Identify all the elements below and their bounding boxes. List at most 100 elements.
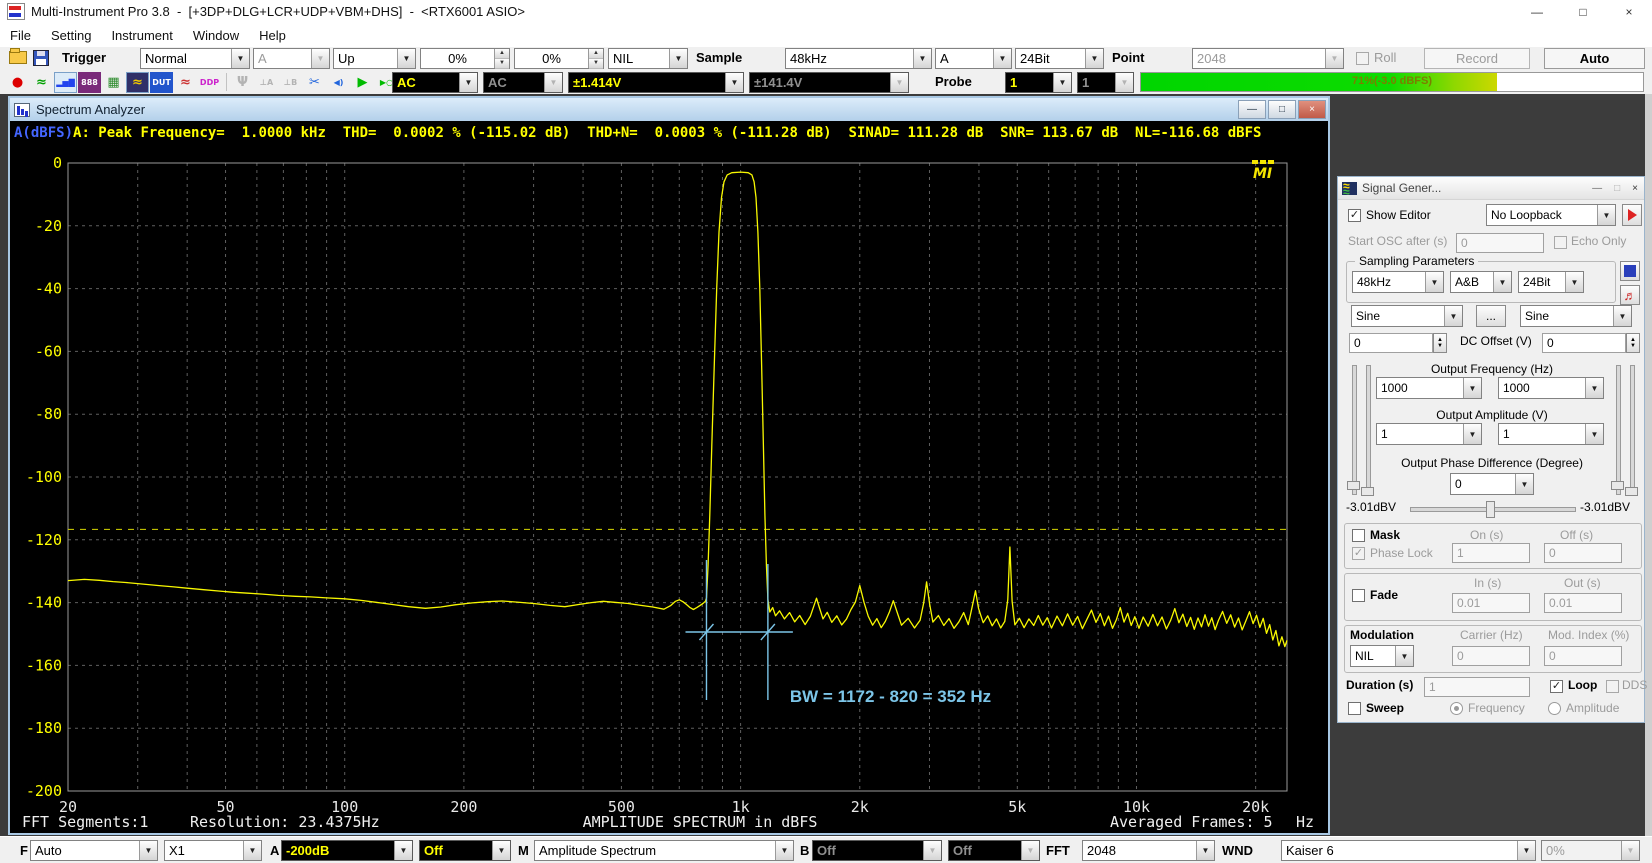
- chevron-down-icon[interactable]: ▼: [1515, 474, 1533, 494]
- menu-item-instrument[interactable]: Instrument: [101, 25, 182, 46]
- menu-item-help[interactable]: Help: [249, 25, 296, 46]
- loop-checkbox[interactable]: [1550, 680, 1563, 693]
- waveform-b-combo[interactable]: Sine▼: [1520, 305, 1632, 327]
- ddp-viewer-icon[interactable]: DDP: [198, 72, 221, 93]
- child-restore-button[interactable]: □: [1268, 100, 1296, 119]
- mode-combo[interactable]: Amplitude Spectrum▼: [534, 840, 794, 861]
- trigger-delay-spinner[interactable]: 0% ▲▼: [514, 48, 604, 69]
- chevron-down-icon[interactable]: ▼: [993, 49, 1011, 68]
- sg-maximize-button[interactable]: □: [1614, 183, 1620, 194]
- sg-bits-combo[interactable]: 24Bit▼: [1518, 271, 1584, 293]
- spectrum-plot[interactable]: 0-20-40-60-80-100-120-140-160-180-200205…: [10, 146, 1328, 833]
- sg-channels-combo[interactable]: A&B▼: [1450, 271, 1512, 293]
- chevron-down-icon[interactable]: ▼: [1517, 841, 1535, 860]
- chevron-down-icon[interactable]: ▼: [1196, 841, 1214, 860]
- freq-axis-combo[interactable]: Auto▼: [30, 840, 158, 861]
- window-function-combo[interactable]: Kaiser 6▼: [1281, 840, 1536, 861]
- sg-close-button[interactable]: ×: [1632, 183, 1638, 194]
- chevron-down-icon[interactable]: ▼: [1565, 272, 1583, 292]
- zoom-combo[interactable]: X1▼: [164, 840, 262, 861]
- a-range-combo[interactable]: -200dB▼: [281, 840, 413, 861]
- chevron-down-icon[interactable]: ▼: [775, 841, 793, 860]
- sample-rate-combo[interactable]: 48kHz▼: [785, 48, 932, 69]
- a-ref-combo[interactable]: Off▼: [419, 840, 511, 861]
- open-icon[interactable]: [9, 51, 27, 64]
- coupling-a-combo[interactable]: AC▼: [392, 72, 478, 93]
- chevron-down-icon[interactable]: ▼: [1053, 73, 1071, 92]
- chevron-down-icon[interactable]: ▼: [1463, 378, 1481, 398]
- run-icon[interactable]: ▶: [351, 72, 374, 93]
- spin-down-icon[interactable]: ▼: [589, 59, 603, 69]
- dc-offset-b-field[interactable]: 0: [1542, 333, 1626, 353]
- chevron-down-icon[interactable]: ▼: [243, 841, 261, 860]
- sg-rate-combo[interactable]: 48kHz▼: [1352, 271, 1444, 293]
- sweep-checkbox[interactable]: [1348, 702, 1361, 715]
- derived-data-curve-icon[interactable]: ≈: [174, 72, 197, 93]
- dc-offset-a-field[interactable]: 0: [1349, 333, 1433, 353]
- chevron-down-icon[interactable]: ▼: [231, 49, 249, 68]
- spectrum-3d-plot-icon[interactable]: ▦: [102, 72, 125, 93]
- chevron-down-icon[interactable]: ▼: [1085, 49, 1103, 68]
- slider-handle[interactable]: [1347, 481, 1360, 490]
- oscilloscope-icon[interactable]: ≈: [30, 72, 53, 93]
- chevron-down-icon[interactable]: ▼: [1585, 424, 1603, 444]
- chevron-down-icon[interactable]: ▼: [394, 841, 412, 860]
- trigger-level-spinner[interactable]: 0% ▲▼: [420, 48, 510, 69]
- menu-item-setting[interactable]: Setting: [41, 25, 101, 46]
- hpf-combo[interactable]: NIL▼: [608, 48, 688, 69]
- chevron-down-icon[interactable]: ▼: [492, 841, 510, 860]
- more-waveform-button[interactable]: ...: [1476, 305, 1506, 327]
- chevron-down-icon[interactable]: ▼: [459, 73, 477, 92]
- frequency-a-combo[interactable]: 1000▼: [1376, 377, 1482, 399]
- slider-handle[interactable]: [1361, 487, 1374, 496]
- chevron-down-icon[interactable]: ▼: [669, 49, 687, 68]
- minimize-button[interactable]: —: [1514, 0, 1560, 23]
- slider-handle[interactable]: [1486, 501, 1495, 518]
- amplitude-b-combo[interactable]: 1▼: [1498, 423, 1604, 445]
- record-icon[interactable]: ●: [6, 72, 29, 93]
- modulation-type-combo[interactable]: NIL▼: [1350, 645, 1414, 667]
- chevron-down-icon[interactable]: ▼: [1613, 306, 1631, 326]
- auto-button[interactable]: Auto: [1544, 48, 1645, 69]
- chevron-down-icon[interactable]: ▼: [1395, 646, 1413, 666]
- probe-calibration-icon[interactable]: ✂: [303, 72, 326, 93]
- chevron-down-icon[interactable]: ▼: [1585, 378, 1603, 398]
- spin-down-icon[interactable]: ▼: [495, 59, 509, 69]
- freq-a-slider[interactable]: [1352, 365, 1357, 495]
- spin-up-icon[interactable]: ▲: [495, 49, 509, 59]
- child-close-button[interactable]: ×: [1298, 100, 1326, 119]
- signal-generator-titlebar[interactable]: Signal Gener... — □ ×: [1338, 177, 1644, 200]
- spin-up-icon[interactable]: ▲: [589, 49, 603, 59]
- fft-size-combo[interactable]: 2048▼: [1082, 840, 1215, 861]
- amp-a-slider[interactable]: [1366, 365, 1371, 495]
- sg-notes-button[interactable]: ♬: [1620, 285, 1640, 305]
- slider-handle[interactable]: [1625, 487, 1638, 496]
- chevron-down-icon[interactable]: ▼: [913, 49, 931, 68]
- sample-channel-combo[interactable]: A▼: [935, 48, 1012, 69]
- amp-b-slider[interactable]: [1630, 365, 1635, 495]
- device-test-plan-icon[interactable]: DUT: [150, 72, 173, 93]
- dc-offset-a-spinner[interactable]: ▲▼: [1433, 333, 1447, 353]
- bit-depth-combo[interactable]: 24Bit▼: [1015, 48, 1104, 69]
- freq-b-slider[interactable]: [1616, 365, 1621, 495]
- close-button[interactable]: ×: [1606, 0, 1652, 23]
- chevron-down-icon[interactable]: ▼: [397, 49, 415, 68]
- fade-checkbox[interactable]: [1352, 589, 1365, 602]
- menu-item-window[interactable]: Window: [183, 25, 249, 46]
- trigger-edge-combo[interactable]: Up▼: [333, 48, 416, 69]
- maximize-button[interactable]: □: [1560, 0, 1606, 23]
- sg-save-button[interactable]: [1620, 261, 1640, 281]
- sg-minimize-button[interactable]: —: [1592, 183, 1602, 194]
- frequency-b-combo[interactable]: 1000▼: [1498, 377, 1604, 399]
- chevron-down-icon[interactable]: ▼: [1463, 424, 1481, 444]
- signal-generator-icon[interactable]: ≈: [126, 72, 149, 93]
- trigger-mode-combo[interactable]: Normal▼: [140, 48, 250, 69]
- sound-device-icon[interactable]: ◀): [327, 72, 350, 93]
- spectrum-window-titlebar[interactable]: Spectrum Analyzer — □ ×: [10, 98, 1328, 121]
- menu-item-file[interactable]: File: [0, 25, 41, 46]
- chevron-down-icon[interactable]: ▼: [725, 73, 743, 92]
- chevron-down-icon[interactable]: ▼: [1493, 272, 1511, 292]
- dc-offset-b-spinner[interactable]: ▲▼: [1626, 333, 1640, 353]
- generate-button[interactable]: [1622, 204, 1642, 226]
- slider-handle[interactable]: [1611, 481, 1624, 490]
